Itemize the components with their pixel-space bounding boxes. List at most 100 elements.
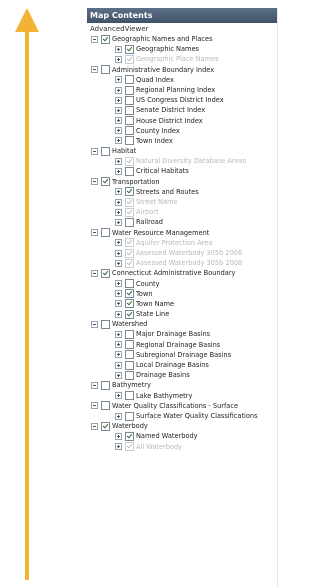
layer-visibility-checkbox[interactable] [125,391,134,401]
expand-icon[interactable] [115,249,122,257]
layer-visibility-checkbox[interactable] [125,207,134,217]
collapse-icon[interactable] [91,35,98,43]
layer-visibility-checkbox[interactable] [125,156,134,166]
expand-icon[interactable] [115,331,122,339]
expand-icon[interactable] [115,168,122,176]
expand-icon[interactable] [115,117,122,125]
layer-visibility-checkbox[interactable] [101,177,110,187]
layer-visibility-checkbox[interactable] [125,95,134,105]
collapse-icon[interactable] [91,269,98,277]
layer-visibility-checkbox[interactable] [125,442,134,452]
layer-row: Major Drainage Basins [87,329,277,340]
layer-visibility-checkbox[interactable] [101,421,110,431]
layer-visibility-checkbox[interactable] [125,167,134,177]
layer-visibility-checkbox[interactable] [125,116,134,126]
collapse-icon[interactable] [91,66,98,74]
layer-visibility-checkbox[interactable] [101,268,110,278]
layer-label: Streets and Routes [136,187,199,196]
expand-icon[interactable] [115,55,122,63]
layer-visibility-checkbox[interactable] [125,330,134,340]
layer-visibility-checkbox[interactable] [125,279,134,289]
expand-icon[interactable] [115,290,122,298]
expand-icon[interactable] [115,86,122,94]
layer-visibility-checkbox[interactable] [125,360,134,370]
layer-visibility-checkbox[interactable] [125,54,134,64]
layer-label: Surface Water Quality Classifications [136,411,258,420]
layer-visibility-checkbox[interactable] [125,75,134,85]
expand-icon[interactable] [115,137,122,145]
layer-label: Geographic Place Names [136,55,219,64]
expand-icon[interactable] [115,351,122,359]
expand-icon[interactable] [115,443,122,451]
layer-visibility-checkbox[interactable] [125,258,134,268]
expand-icon[interactable] [115,127,122,135]
layer-visibility-checkbox[interactable] [125,431,134,441]
layer-visibility-checkbox[interactable] [125,44,134,54]
layer-row: Assessed Waterbody 305b 2006 [87,248,277,258]
layer-visibility-checkbox[interactable] [125,217,134,227]
layer-label: US Congress District Index [136,96,224,105]
expand-icon[interactable] [115,45,122,53]
expand-icon[interactable] [115,157,122,165]
layer-visibility-checkbox[interactable] [125,197,134,207]
layer-row: Geographic Names [87,44,277,54]
layer-visibility-checkbox[interactable] [125,411,134,421]
layer-label: House District Index [136,116,203,125]
expand-icon[interactable] [115,106,122,114]
layer-group-row: Administrative Boundary Index [87,65,277,75]
expand-icon[interactable] [115,239,122,247]
expand-icon[interactable] [115,432,122,440]
layer-row: Assessed Waterbody 305b 2008 [87,258,277,268]
expand-icon[interactable] [115,218,122,226]
layer-visibility-checkbox[interactable] [125,340,134,350]
layer-group-row: Habitat [87,146,277,156]
layer-visibility-checkbox[interactable] [125,248,134,258]
layer-label: Senate District Index [136,106,206,115]
layer-visibility-checkbox[interactable] [125,126,134,136]
layer-row: Critical Habitats [87,166,277,177]
layer-visibility-checkbox[interactable] [101,146,110,156]
collapse-icon[interactable] [91,402,98,410]
expand-icon[interactable] [115,280,122,288]
layer-visibility-checkbox[interactable] [125,136,134,146]
collapse-icon[interactable] [91,229,98,237]
collapse-icon[interactable] [91,178,98,186]
layer-visibility-checkbox[interactable] [101,319,110,329]
layer-label: County Index [136,126,180,135]
layer-row: Quad Index [87,75,277,85]
layer-visibility-checkbox[interactable] [125,85,134,95]
collapse-icon[interactable] [91,422,98,430]
expand-icon[interactable] [115,198,122,206]
expand-icon[interactable] [115,361,122,369]
layer-visibility-checkbox[interactable] [125,350,134,360]
layer-visibility-checkbox[interactable] [125,299,134,309]
expand-icon[interactable] [115,412,122,420]
expand-icon[interactable] [115,310,122,318]
layer-visibility-checkbox[interactable] [125,309,134,319]
layer-visibility-checkbox[interactable] [125,238,134,248]
layer-visibility-checkbox[interactable] [101,380,110,390]
expand-icon[interactable] [115,259,122,267]
layer-visibility-checkbox[interactable] [125,187,134,197]
layer-label: Transportation [112,177,160,186]
expand-icon[interactable] [115,76,122,84]
collapse-icon[interactable] [91,381,98,389]
layer-visibility-checkbox[interactable] [125,289,134,299]
expand-icon[interactable] [115,208,122,216]
expand-icon[interactable] [115,300,122,308]
layer-visibility-checkbox[interactable] [101,228,110,238]
expand-icon[interactable] [115,371,122,379]
expand-icon[interactable] [115,96,122,104]
expand-icon[interactable] [115,341,122,349]
layer-visibility-checkbox[interactable] [125,370,134,380]
layer-group-row: Watershed [87,319,277,329]
layer-visibility-checkbox[interactable] [101,34,110,44]
expand-icon[interactable] [115,188,122,196]
collapse-icon[interactable] [91,147,98,155]
layer-label: Named Waterbody [136,432,198,441]
collapse-icon[interactable] [91,320,98,328]
layer-visibility-checkbox[interactable] [101,401,110,411]
layer-visibility-checkbox[interactable] [125,105,134,115]
layer-visibility-checkbox[interactable] [101,65,110,75]
expand-icon[interactable] [115,392,122,400]
